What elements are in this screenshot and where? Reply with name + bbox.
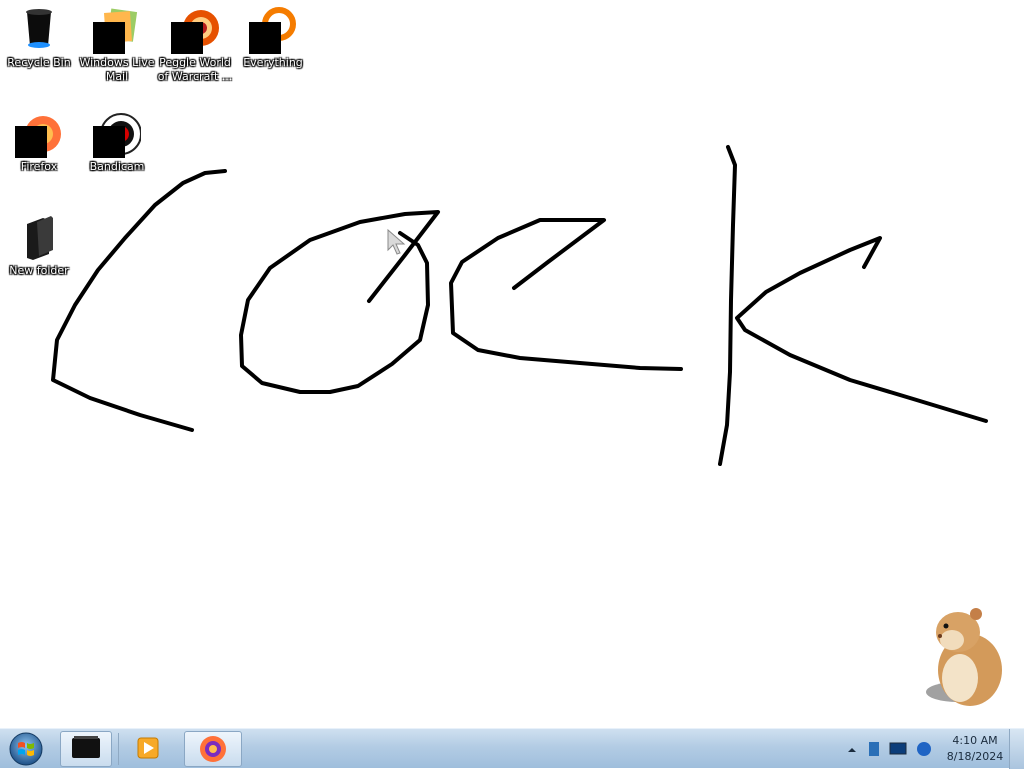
everything-desktop-icon[interactable]: Everything: [234, 6, 312, 70]
monitor-icon: [889, 742, 907, 755]
drawn-stroke-c2: [449, 218, 683, 371]
hamster-desktop-pet[interactable]: [918, 600, 1008, 710]
mouse-cursor: [387, 228, 406, 255]
firefox-icon: [15, 110, 63, 158]
start-button[interactable]: [6, 731, 46, 767]
folder-icon: [15, 214, 63, 262]
bandicam-icon: [93, 110, 142, 158]
black-window-icon: [72, 736, 100, 758]
everything-search-icon: [249, 6, 297, 54]
taskbar-button-firefox[interactable]: [184, 731, 242, 767]
taskbar: 4:10 AM 8/18/2024: [0, 728, 1024, 769]
show-hidden-icons-arrow: [848, 748, 856, 752]
clock-time: 4:10 AM: [952, 734, 998, 747]
new-folder-desktop-icon[interactable]: New folder: [0, 214, 78, 278]
redacted-box: [15, 126, 47, 158]
tray-icons: [848, 742, 931, 756]
taskbar-separator: [118, 733, 119, 765]
taskbar-button-media-player[interactable]: [124, 731, 180, 767]
windows-orb-icon: [9, 732, 43, 766]
taskbar-button-app[interactable]: [60, 731, 112, 767]
everything-label: Everything: [243, 56, 303, 69]
redacted-box: [93, 126, 125, 158]
drawn-stroke-k-vertical: [718, 145, 737, 466]
bandicam-desktop-icon[interactable]: Bandicam: [78, 110, 156, 174]
new-folder-label: New folder: [9, 264, 69, 277]
recycle-bin-label: Recycle Bin: [7, 56, 71, 69]
peggle-desktop-icon[interactable]: Peggle World of Warcraft ...: [156, 6, 234, 84]
show-desktop-button[interactable]: [1009, 729, 1024, 769]
clock-date: 8/18/2024: [946, 750, 1004, 763]
redacted-box: [171, 22, 203, 54]
windows-live-mail-label: Windows Live Mail: [79, 56, 155, 83]
redacted-box: [249, 22, 281, 54]
network-icon: [869, 742, 879, 756]
redacted-box: [93, 22, 125, 54]
clock[interactable]: 4:10 AM 8/18/2024: [940, 733, 1010, 765]
firefox-label: Firefox: [20, 160, 58, 173]
drawn-stroke-k-arms: [735, 236, 988, 423]
peggle-icon: [171, 6, 219, 54]
desktop: Recycle Bin Windows Live Mail Peggle Wor…: [0, 0, 1024, 728]
media-player-icon: [137, 737, 159, 759]
firefox-icon: [200, 736, 226, 762]
recycle-bin-desktop-icon[interactable]: Recycle Bin: [0, 6, 78, 70]
drawn-stroke-c: [51, 169, 227, 432]
volume-icon: [917, 742, 931, 756]
firefox-desktop-icon[interactable]: Firefox: [0, 110, 78, 174]
recycle-bin-icon: [15, 6, 63, 54]
peggle-label: Peggle World of Warcraft ...: [157, 56, 233, 83]
bandicam-label: Bandicam: [89, 160, 145, 173]
windows-live-mail-desktop-icon[interactable]: Windows Live Mail: [78, 6, 156, 84]
windows-live-mail-icon: [93, 6, 141, 54]
system-tray: 4:10 AM 8/18/2024: [840, 729, 1024, 769]
